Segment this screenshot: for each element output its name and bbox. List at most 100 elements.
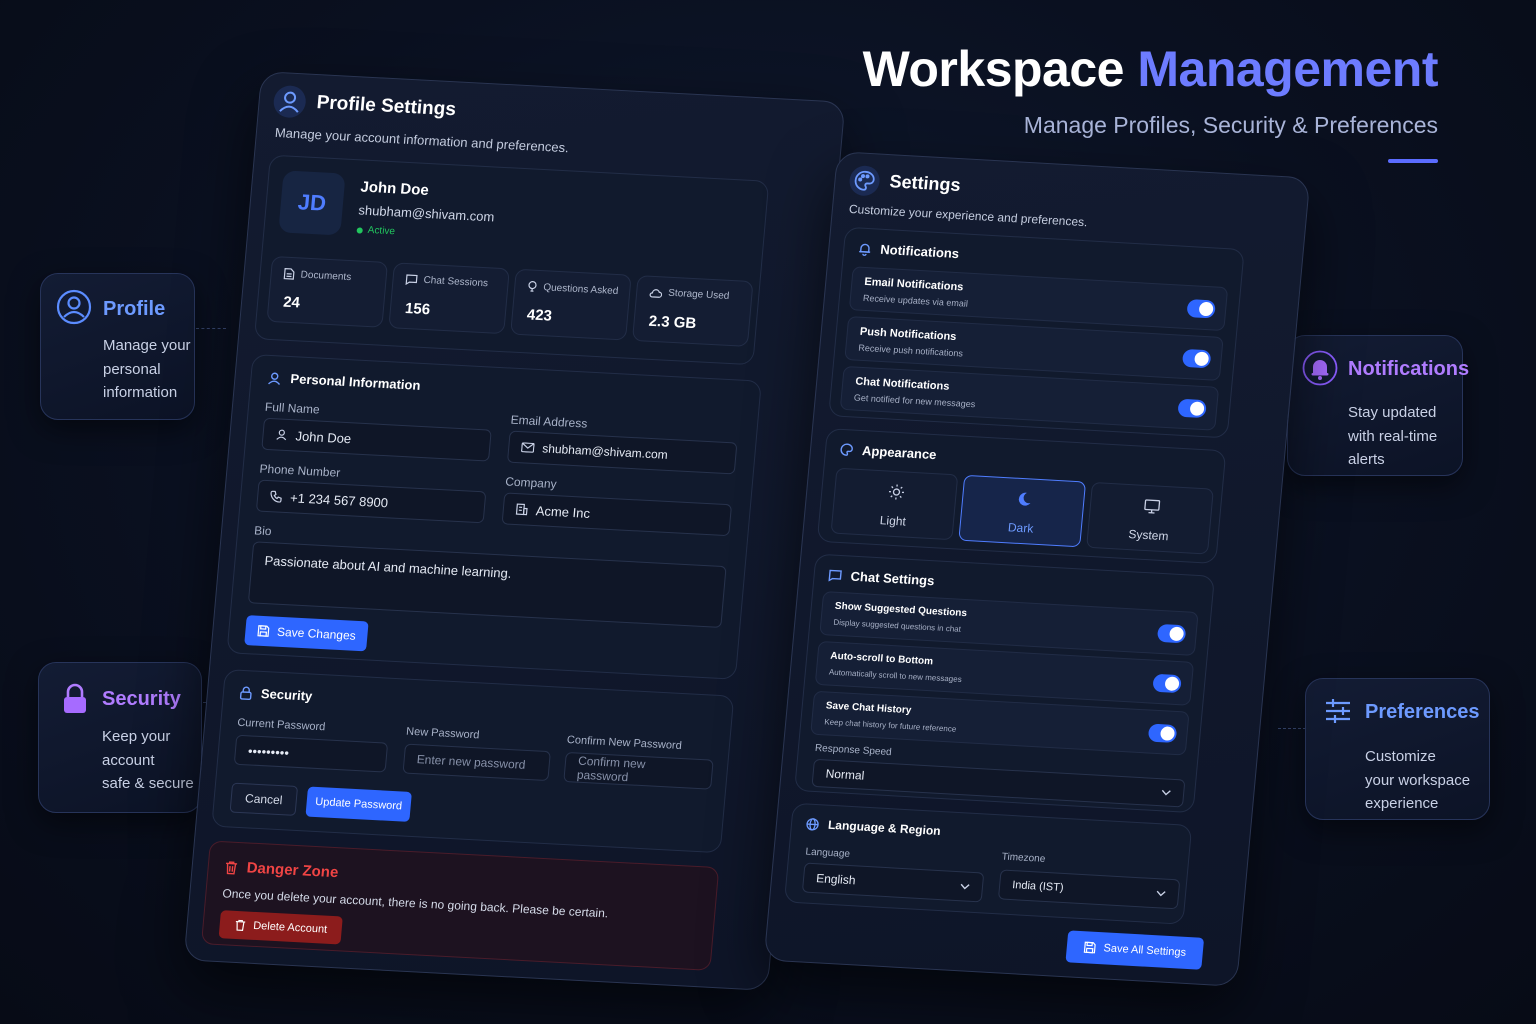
bio-label: Bio xyxy=(253,523,273,539)
phone-field[interactable]: +1 234 567 8900 xyxy=(255,479,487,524)
response-speed-select[interactable]: Normal xyxy=(811,758,1186,808)
suggested-questions-toggle[interactable] xyxy=(1156,623,1187,644)
response-speed-label: Response Speed xyxy=(814,742,893,759)
save-changes-button[interactable]: Save Changes xyxy=(244,615,369,652)
phone-label: Phone Number xyxy=(259,461,341,480)
theme-option-system[interactable]: System xyxy=(1086,481,1214,555)
timezone-select[interactable]: India (IST) xyxy=(997,869,1181,910)
profile-settings-card: Profile Settings Manage your account inf… xyxy=(183,71,846,991)
status-dot xyxy=(356,226,364,234)
confirm-password-label: Confirm New Password xyxy=(566,734,683,753)
security-heading: Security xyxy=(239,685,313,704)
palette-icon xyxy=(840,443,853,456)
stat-storage-used: Storage Used 2.3 GB xyxy=(631,275,754,347)
new-password-field[interactable]: Enter new password xyxy=(402,743,551,782)
delete-account-button[interactable]: Delete Account xyxy=(218,910,343,945)
callout-title: Preferences xyxy=(1365,701,1480,723)
callout-desc: Manage your personal information xyxy=(103,337,191,401)
lock-icon xyxy=(239,686,252,700)
chevron-down-icon xyxy=(960,883,970,890)
company-label: Company xyxy=(504,474,558,492)
danger-zone-heading: Danger Zone xyxy=(224,858,339,881)
appearance-heading: Appearance xyxy=(839,442,937,462)
monitor-icon xyxy=(1144,499,1161,514)
status-badge: Active xyxy=(356,224,395,237)
full-name-label: Full Name xyxy=(264,399,321,417)
trash-icon xyxy=(226,860,238,875)
save-icon xyxy=(1083,941,1096,954)
user-email: shubham@shivam.com xyxy=(357,202,496,225)
sliders-icon xyxy=(1322,695,1358,731)
bell-icon xyxy=(1302,350,1338,386)
stat-documents: Documents 24 xyxy=(266,255,389,328)
danger-zone-section: Danger Zone Once you delete your account… xyxy=(200,840,720,971)
callout-notifications: Notifications Stay updated with real-tim… xyxy=(1287,335,1469,476)
user-icon xyxy=(268,372,281,385)
current-password-field[interactable]: ••••••••• xyxy=(233,734,389,773)
connector-profile xyxy=(196,328,226,329)
callout-desc: Stay updated with real-time alerts xyxy=(1348,404,1438,468)
auto-scroll-toggle[interactable] xyxy=(1152,673,1182,694)
notifications-section: Notifications Email Notifications Receiv… xyxy=(828,226,1245,439)
email-notifications-toggle[interactable] xyxy=(1186,299,1216,319)
theme-option-dark[interactable]: Dark xyxy=(958,474,1087,548)
mail-icon xyxy=(521,442,535,453)
chat-notifications-toggle[interactable] xyxy=(1177,398,1207,419)
chat-settings-heading: Chat Settings xyxy=(828,567,935,588)
settings-card: Settings Customize your experience and p… xyxy=(763,151,1311,987)
language-select[interactable]: English xyxy=(801,862,985,903)
stat-chat-sessions: Chat Sessions 156 xyxy=(388,262,510,335)
bio-textarea[interactable]: Passionate about AI and machine learning… xyxy=(247,541,727,628)
bell-icon xyxy=(859,243,871,256)
lock-icon xyxy=(57,681,93,717)
globe-icon xyxy=(806,817,819,831)
user-icon xyxy=(56,289,92,325)
timezone-label: Timezone xyxy=(1001,851,1046,865)
stat-questions-asked: Questions Asked 423 xyxy=(510,268,632,341)
company-field[interactable]: Acme Inc xyxy=(501,492,733,537)
save-all-settings-button[interactable]: Save All Settings xyxy=(1065,930,1205,970)
document-icon xyxy=(283,268,295,280)
page-title: Workspace Management xyxy=(862,41,1439,97)
full-name-field[interactable]: John Doe xyxy=(261,417,492,462)
personal-info-section: Personal Information Full Name John Doe … xyxy=(226,354,762,680)
callout-preferences: Preferences Customize your workspace exp… xyxy=(1305,678,1490,820)
chat-icon xyxy=(405,274,418,286)
cancel-button[interactable]: Cancel xyxy=(229,782,299,816)
callout-title: Notifications xyxy=(1348,358,1470,380)
chat-icon xyxy=(828,569,842,582)
save-chat-history-toggle[interactable] xyxy=(1147,723,1178,744)
confirm-password-field[interactable]: Confirm new password xyxy=(563,751,714,790)
personal-info-heading: Personal Information xyxy=(267,370,421,393)
cloud-icon xyxy=(649,288,663,298)
moon-icon xyxy=(1018,492,1031,506)
theme-option-light[interactable]: Light xyxy=(830,467,959,541)
user-summary-section: JD John Doe shubham@shivam.com Active Do… xyxy=(253,154,770,366)
page-subtitle: Manage Profiles, Security & Preferences xyxy=(1023,112,1438,138)
chevron-down-icon xyxy=(1161,789,1171,796)
avatar: JD xyxy=(278,170,346,236)
chat-settings-section: Chat Settings Show Suggested Questions D… xyxy=(794,553,1215,814)
appearance-section: Appearance Light Dark System xyxy=(816,428,1227,564)
email-label: Email Address xyxy=(510,412,588,431)
callout-desc: Customize your workspace experience xyxy=(1365,748,1471,812)
connector-preferences xyxy=(1278,728,1306,729)
email-field[interactable]: shubham@shivam.com xyxy=(506,430,738,475)
profile-card-title: Profile Settings xyxy=(315,92,457,121)
sun-icon xyxy=(888,484,905,500)
settings-card-title: Settings xyxy=(888,171,962,196)
profile-card-icon xyxy=(272,84,308,119)
callout-title: Profile xyxy=(103,298,166,320)
callout-desc: Keep your account safe & secure xyxy=(102,728,194,792)
push-notifications-toggle[interactable] xyxy=(1181,348,1212,369)
notifications-heading: Notifications xyxy=(858,241,960,261)
profile-card-subtitle: Manage your account information and pref… xyxy=(274,124,570,156)
update-password-button[interactable]: Update Password xyxy=(305,786,412,822)
save-icon xyxy=(257,625,269,637)
language-label: Language xyxy=(805,846,851,860)
palette-icon xyxy=(848,164,881,197)
phone-icon xyxy=(270,490,282,503)
user-icon xyxy=(276,429,287,441)
callout-title: Security xyxy=(102,688,181,710)
language-region-section: Language & Region Language English Timez… xyxy=(783,802,1193,925)
